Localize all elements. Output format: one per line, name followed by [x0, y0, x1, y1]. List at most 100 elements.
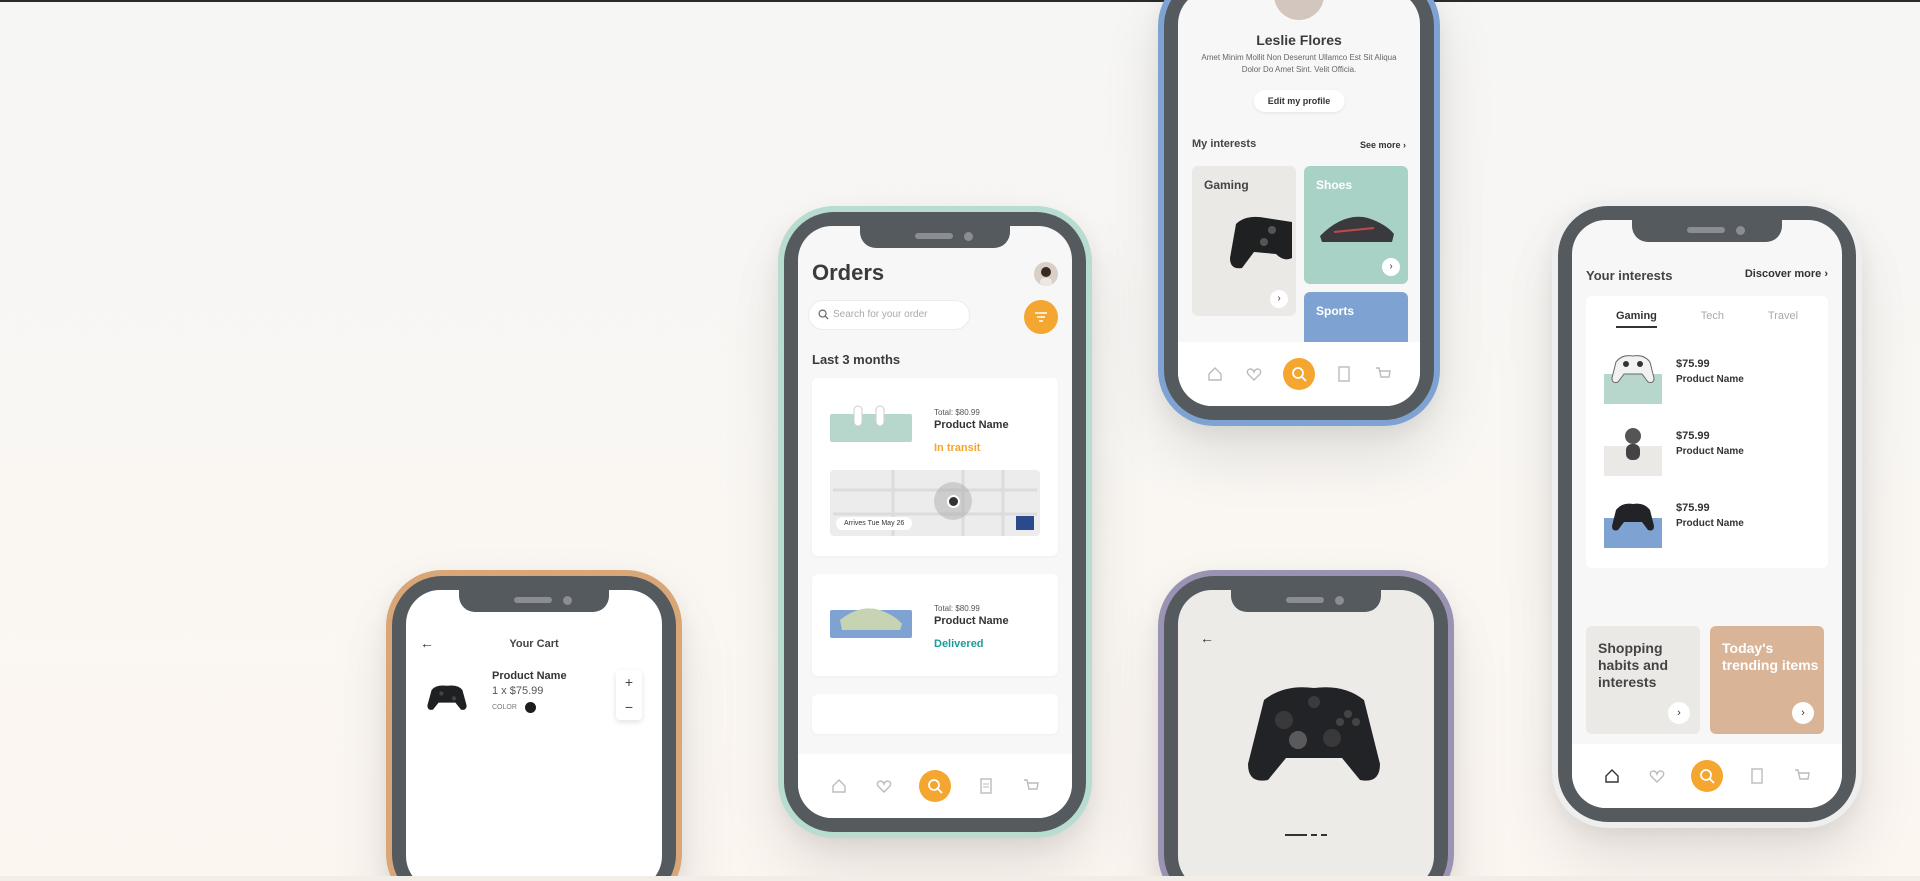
profile-screen: Leslie Flores Amet Minim Mollit Non Dese… [1178, 0, 1420, 406]
list-item[interactable]: $75.99 Product Name [1604, 424, 1810, 480]
color-swatch[interactable] [525, 702, 536, 713]
search-icon [818, 309, 829, 320]
phone-notch [1632, 220, 1782, 242]
vr-headset-image [1604, 424, 1662, 476]
cart-icon[interactable] [1021, 776, 1041, 796]
cart-title: Your Cart [509, 638, 559, 650]
promo-text: Today's trending items [1722, 640, 1819, 673]
tab-bar [1178, 342, 1420, 406]
interests-screen: Your interests Discover more › Gaming Te… [1572, 220, 1842, 808]
interests-label: My interests [1192, 138, 1257, 150]
profile-bio: Amet Minim Mollit Non Deserunt Ullamco E… [1201, 53, 1397, 74]
tab-bar [798, 754, 1072, 818]
order-total: Total: $80.99 [934, 604, 980, 613]
home-icon[interactable] [829, 776, 849, 796]
tab-tech[interactable]: Tech [1701, 310, 1724, 328]
product-screen: ← [1178, 590, 1434, 881]
filter-button[interactable] [1024, 300, 1058, 334]
page-title: Orders [812, 260, 885, 285]
controller-image [1230, 216, 1292, 269]
order-product-name: Product Name [934, 615, 1009, 627]
receipt-icon[interactable] [1334, 364, 1354, 384]
controller-image [1248, 687, 1380, 781]
carrier-logo [1016, 516, 1034, 530]
chevron-right-icon[interactable]: › [1668, 702, 1690, 724]
tab-travel[interactable]: Travel [1768, 310, 1798, 328]
order-total: Total: $80.99 [934, 408, 980, 417]
avatar[interactable] [1274, 0, 1324, 20]
item-name: Product Name [1676, 518, 1744, 529]
order-product-name: Product Name [934, 419, 1009, 431]
item-price: $75.99 [1676, 430, 1710, 442]
tab-gaming[interactable]: Gaming [1615, 310, 1657, 328]
tab-bar [1572, 744, 1842, 808]
sneaker-image [1320, 216, 1394, 242]
promo-trending[interactable]: Today's trending items › [1710, 626, 1824, 734]
promo-text: Shopping habits and interests [1598, 640, 1669, 690]
orders-screen: Orders Search for your order Last 3 mont… [798, 226, 1072, 818]
cart-item: Product Name 1 x $75.99 COLOR + − [426, 670, 642, 730]
chevron-right-icon[interactable]: › [1792, 702, 1814, 724]
edit-profile-button[interactable]: Edit my profile [1253, 90, 1345, 112]
receipt-icon[interactable] [976, 776, 996, 796]
heart-icon[interactable] [1647, 766, 1667, 786]
tracking-map[interactable]: Arrives Tue May 26 [830, 470, 1040, 536]
order-card[interactable]: Total: $80.99 Product Name Delivered [812, 574, 1058, 676]
controller-image [426, 678, 468, 716]
back-arrow-icon[interactable]: ← [1200, 630, 1214, 646]
search-icon[interactable] [918, 770, 951, 802]
search-input[interactable]: Search for your order [808, 300, 970, 330]
promo-shopping-habits[interactable]: Shopping habits and interests › [1586, 626, 1700, 734]
location-pin-icon [934, 482, 972, 520]
top-border [0, 0, 1920, 2]
item-name: Product Name [1676, 374, 1744, 385]
heart-icon[interactable] [1244, 364, 1264, 384]
tile-label: Sports [1316, 304, 1355, 318]
increase-button[interactable]: + [616, 670, 642, 695]
list-item[interactable]: $75.99 Product Name [1604, 352, 1810, 408]
search-icon[interactable] [1282, 358, 1315, 390]
cart-icon[interactable] [1373, 364, 1393, 384]
bottom-border [0, 876, 1920, 881]
phone-cart: ← Your Cart Product Name 1 x $75.99 COLO… [386, 570, 682, 881]
phone-orders: Orders Search for your order Last 3 mont… [778, 206, 1092, 838]
interest-tile-gaming[interactable]: Gaming › [1192, 166, 1296, 316]
gamepad-image [1604, 352, 1662, 404]
airpods-image [830, 394, 912, 442]
section-label: Last 3 months [812, 352, 901, 367]
see-more-link[interactable]: See more › [1360, 140, 1406, 150]
sneaker-image [830, 590, 912, 638]
phone-product: ← [1158, 570, 1454, 881]
interests-title: Your interests [1586, 268, 1673, 283]
home-icon[interactable] [1602, 766, 1622, 786]
order-status: In transit [934, 442, 981, 454]
item-price: $75.99 [1676, 358, 1710, 370]
decrease-button[interactable]: − [616, 695, 642, 720]
interest-tabs: Gaming Tech Travel [1586, 310, 1828, 328]
quantity-stepper: + − [616, 670, 642, 720]
avatar[interactable] [1034, 262, 1058, 286]
order-card[interactable] [812, 694, 1058, 734]
cart-item-name: Product Name [492, 670, 567, 682]
chevron-right-icon[interactable]: › [1382, 258, 1400, 276]
order-card[interactable]: Total: $80.99 Product Name In transit Ar… [812, 378, 1058, 556]
see-more-label: See more [1359, 140, 1401, 150]
filter-icon [1035, 312, 1047, 322]
cart-icon[interactable] [1792, 766, 1812, 786]
image-pager[interactable] [1285, 834, 1327, 836]
list-item[interactable]: $75.99 Product Name [1604, 496, 1810, 552]
item-price: $75.99 [1676, 502, 1710, 514]
heart-icon[interactable] [874, 776, 894, 796]
receipt-icon[interactable] [1747, 766, 1767, 786]
phone-profile: Leslie Flores Amet Minim Mollit Non Dese… [1158, 0, 1440, 426]
search-icon[interactable] [1690, 760, 1723, 792]
home-icon[interactable] [1205, 364, 1225, 384]
phone-interests: Your interests Discover more › Gaming Te… [1552, 200, 1862, 828]
chevron-right-icon[interactable]: › [1270, 290, 1288, 308]
phone-notch [1231, 590, 1381, 612]
cart-screen: ← Your Cart Product Name 1 x $75.99 COLO… [406, 590, 662, 881]
interest-tile-shoes[interactable]: Shoes › [1304, 166, 1408, 284]
discover-more-link[interactable]: Discover more › [1745, 268, 1828, 280]
interests-card: Gaming Tech Travel $75.99 Product Name $… [1586, 296, 1828, 568]
cart-item-price: 1 x $75.99 [492, 685, 544, 697]
